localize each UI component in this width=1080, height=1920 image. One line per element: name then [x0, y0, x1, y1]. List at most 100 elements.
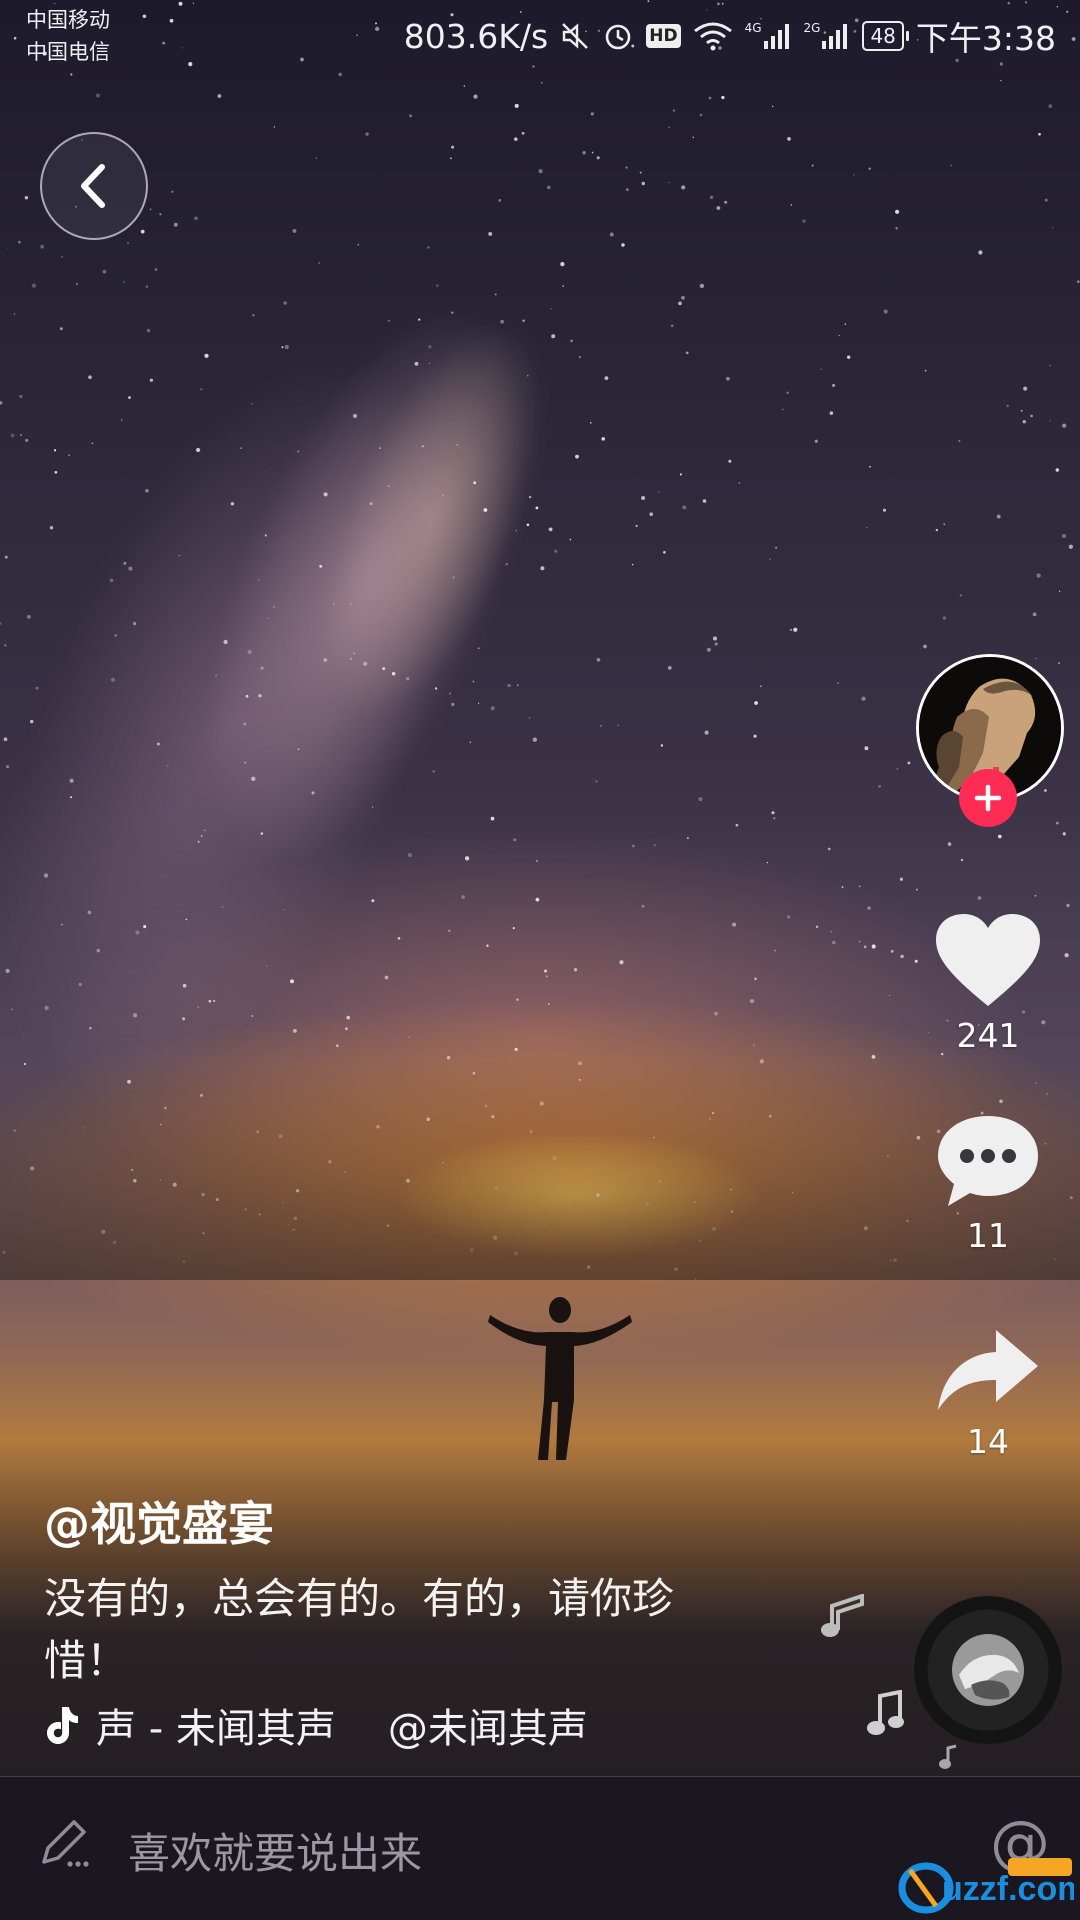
star	[1062, 534, 1066, 538]
star	[1023, 386, 1028, 391]
star	[1049, 364, 1051, 367]
star	[240, 447, 243, 450]
star	[230, 502, 235, 506]
star	[923, 644, 927, 649]
star	[488, 231, 493, 236]
star	[773, 949, 776, 952]
star	[49, 526, 54, 530]
star	[350, 602, 353, 605]
star	[156, 742, 160, 746]
back-button[interactable]	[40, 132, 148, 240]
star	[667, 666, 672, 670]
star	[145, 285, 149, 288]
star	[899, 877, 904, 881]
star	[182, 983, 187, 988]
star	[735, 823, 739, 827]
star	[409, 114, 413, 118]
mute-icon	[560, 21, 590, 51]
star	[371, 899, 375, 903]
star	[536, 859, 539, 863]
star	[379, 447, 381, 449]
star	[120, 419, 123, 421]
star	[516, 684, 519, 686]
star	[350, 658, 352, 660]
star	[1071, 37, 1076, 41]
star	[570, 339, 573, 343]
music-info[interactable]: 声 - 未闻其声 @未闻其声	[44, 1696, 588, 1754]
star	[545, 975, 548, 978]
share-arrow-icon	[938, 1330, 1038, 1410]
comment-action[interactable]: 11	[920, 1112, 1056, 1255]
like-action[interactable]: 241	[920, 912, 1056, 1055]
star	[958, 439, 961, 442]
star	[670, 324, 674, 328]
star	[192, 2, 195, 4]
star	[273, 606, 275, 608]
star	[421, 445, 424, 448]
author-handle[interactable]: @视觉盛宴	[44, 1488, 274, 1554]
star	[528, 717, 531, 719]
star	[162, 41, 166, 45]
star	[267, 617, 269, 619]
comment-input[interactable]	[126, 1820, 850, 1886]
star	[178, 554, 181, 557]
star	[102, 269, 107, 274]
star	[382, 667, 386, 671]
star	[658, 491, 660, 493]
star	[709, 195, 714, 199]
star	[551, 334, 556, 339]
star	[1068, 544, 1074, 549]
star	[24, 195, 29, 200]
star	[692, 136, 695, 139]
star	[26, 614, 31, 619]
star	[682, 505, 687, 510]
music-disc[interactable]	[914, 1596, 1062, 1744]
star	[1066, 10, 1069, 13]
star	[516, 998, 519, 1001]
star	[397, 937, 401, 940]
star	[621, 243, 625, 247]
status-bar-right: 803.6K/s HD 4G 2G 48 下午3:38	[404, 14, 1056, 59]
star	[427, 246, 430, 249]
star	[283, 909, 285, 911]
star	[91, 442, 94, 445]
disc-cover-image	[952, 1634, 1024, 1706]
share-action[interactable]: 14	[920, 1326, 1056, 1461]
star	[19, 394, 23, 399]
star	[388, 319, 391, 322]
star	[668, 181, 670, 184]
star	[838, 334, 841, 337]
star	[4, 555, 8, 559]
star	[787, 137, 791, 141]
star	[290, 979, 294, 984]
star	[194, 216, 198, 221]
star	[265, 965, 268, 967]
star	[221, 905, 224, 908]
star	[357, 244, 360, 246]
star	[300, 57, 304, 62]
star	[997, 834, 1002, 839]
star	[498, 199, 502, 202]
star	[871, 944, 876, 949]
star	[820, 368, 822, 370]
star	[243, 722, 247, 726]
star	[760, 685, 762, 688]
star	[888, 994, 891, 997]
star	[569, 538, 572, 541]
star	[11, 1008, 14, 1011]
star	[61, 256, 63, 258]
star	[540, 81, 543, 84]
star	[890, 949, 894, 953]
star	[54, 470, 58, 474]
star	[53, 2, 56, 5]
star	[732, 922, 737, 927]
follow-button[interactable]	[959, 769, 1017, 827]
music-note-icon-2	[867, 1690, 904, 1735]
star	[169, 18, 174, 23]
star	[1007, 1, 1011, 5]
star	[436, 284, 439, 287]
star	[20, 434, 22, 436]
star	[173, 222, 178, 227]
star	[514, 1047, 518, 1051]
star	[1034, 894, 1037, 897]
